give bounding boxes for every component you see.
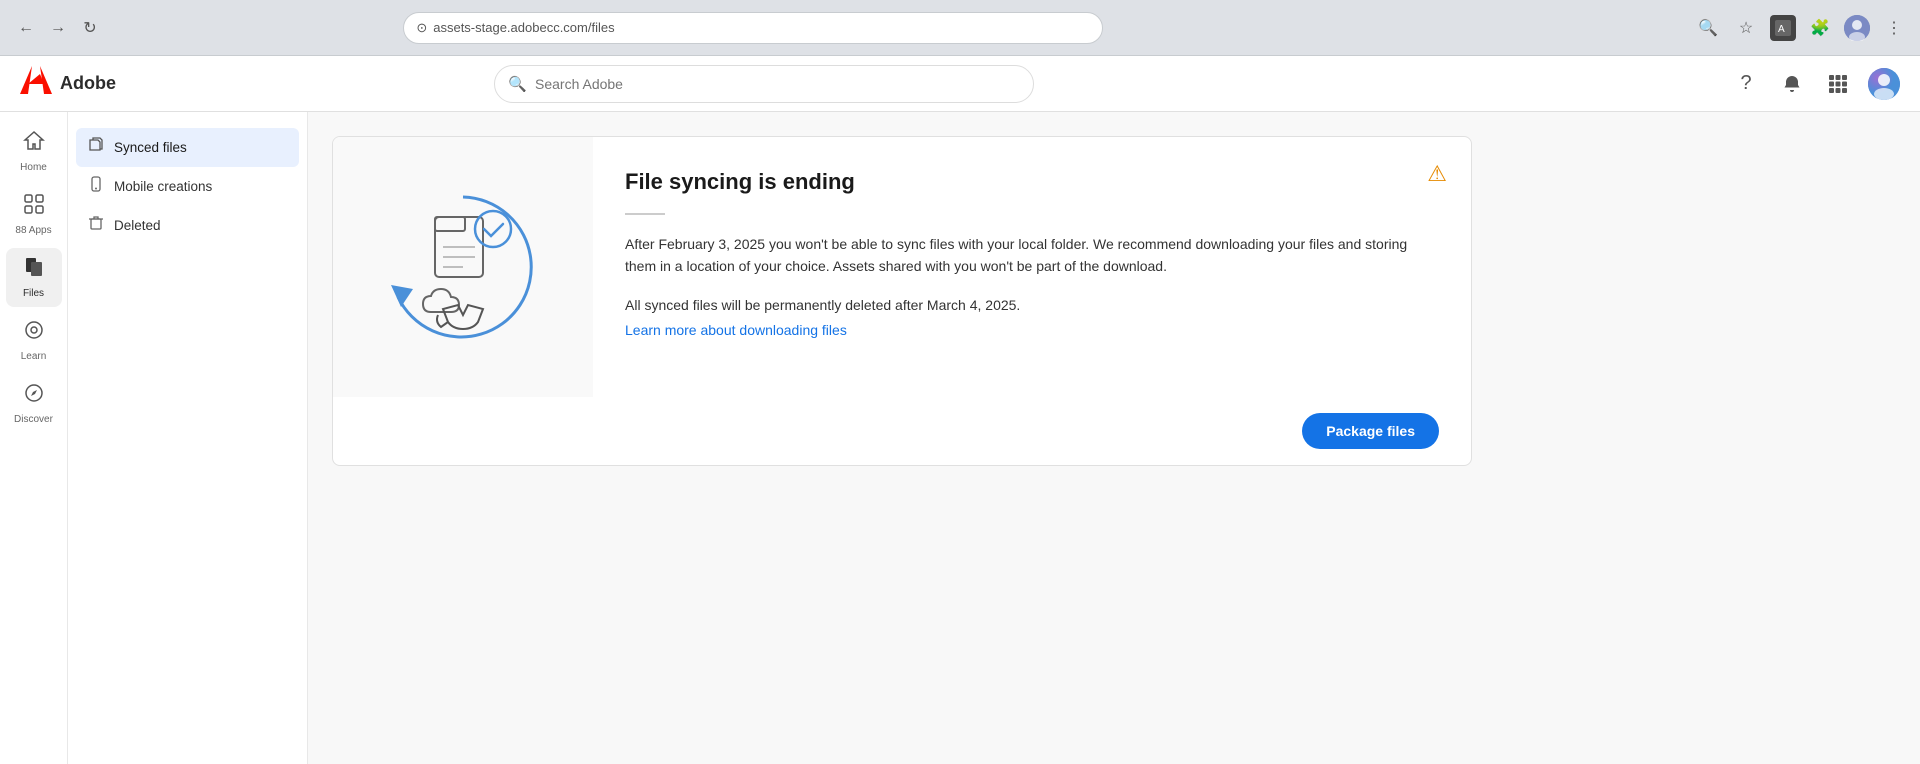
banner-title: File syncing is ending [625, 169, 1431, 195]
left-panel: Synced files Mobile creations Deleted [68, 112, 308, 764]
banner-illustration [333, 137, 593, 397]
discover-icon [23, 382, 45, 410]
banner-inner: ⚠ File syncing is ending After February … [333, 137, 1471, 397]
address-bar[interactable]: ⊙ assets-stage.adobecc.com/files [403, 12, 1103, 44]
apps-nav-icon [23, 193, 45, 221]
sidebar-label-learn: Learn [21, 351, 47, 362]
panel-item-mobile[interactable]: Mobile creations [76, 167, 299, 206]
sidebar-label-files: Files [23, 288, 44, 299]
panel-label-synced: Synced files [114, 140, 187, 155]
browser-bookmark-button[interactable]: ☆ [1732, 14, 1760, 42]
apps-button[interactable] [1822, 68, 1854, 100]
search-bar: 🔍 [494, 65, 1034, 103]
home-icon [23, 130, 45, 158]
browser-extensions-button[interactable]: 🧩 [1806, 14, 1834, 42]
browser-extension-icon: A [1770, 15, 1796, 41]
warning-icon: ⚠ [1427, 161, 1447, 187]
back-button[interactable]: ← [12, 14, 40, 42]
browser-nav-buttons: ← → ↻ [12, 14, 104, 42]
banner-wrapper: ⚠ File syncing is ending After February … [332, 136, 1472, 466]
sidebar-item-home[interactable]: Home [6, 122, 62, 181]
help-button[interactable]: ? [1730, 68, 1762, 100]
search-input[interactable] [494, 65, 1034, 103]
synced-files-icon [88, 137, 104, 158]
sidebar-item-discover[interactable]: Discover [6, 374, 62, 433]
browser-menu-button[interactable]: ⋮ [1880, 14, 1908, 42]
sidebar-label-apps: 88 Apps [15, 225, 51, 236]
browser-right-icons: 🔍 ☆ A 🧩 ⋮ [1694, 14, 1908, 42]
adobe-logo-text: Adobe [60, 73, 116, 94]
files-nav-icon [23, 256, 45, 284]
user-avatar[interactable] [1868, 68, 1900, 100]
learn-icon [23, 319, 45, 347]
sidebar-label-home: Home [20, 162, 47, 173]
search-icon: 🔍 [508, 75, 527, 93]
panel-label-deleted: Deleted [114, 218, 161, 233]
browser-user-avatar[interactable] [1844, 15, 1870, 41]
sidebar-item-learn[interactable]: Learn [6, 311, 62, 370]
adobe-logo-icon [20, 66, 52, 101]
banner-text: ⚠ File syncing is ending After February … [593, 137, 1471, 397]
sidebar-item-apps[interactable]: 88 Apps [6, 185, 62, 244]
panel-label-mobile: Mobile creations [114, 179, 212, 194]
banner-note-text: All synced files will be permanently del… [625, 294, 1431, 316]
main-body: Home 88 Apps Files [0, 112, 1920, 764]
banner-divider [625, 213, 665, 215]
adobe-logo: Adobe [20, 66, 116, 101]
sidebar-icons: Home 88 Apps Files [0, 112, 68, 764]
address-icon: ⊙ [416, 20, 427, 36]
panel-item-synced[interactable]: Synced files [76, 128, 299, 167]
banner-body-text: After February 3, 2025 you won't be able… [625, 233, 1431, 278]
browser-search-button[interactable]: 🔍 [1694, 14, 1722, 42]
notifications-button[interactable] [1776, 68, 1808, 100]
sidebar-item-files[interactable]: Files [6, 248, 62, 307]
app-header: Adobe 🔍 ? [0, 56, 1920, 112]
forward-button[interactable]: → [44, 14, 72, 42]
banner-bottom: Package files [333, 397, 1471, 465]
reload-button[interactable]: ↻ [76, 14, 104, 42]
browser-chrome: ← → ↻ ⊙ assets-stage.adobecc.com/files 🔍… [0, 0, 1920, 56]
panel-item-deleted[interactable]: Deleted [76, 206, 299, 245]
learn-more-link[interactable]: Learn more about downloading files [625, 322, 847, 338]
package-files-button[interactable]: Package files [1302, 413, 1439, 449]
mobile-creations-icon [88, 176, 104, 197]
svg-text:A: A [1778, 24, 1785, 35]
sidebar-label-discover: Discover [14, 414, 53, 425]
app-container: Adobe 🔍 ? [0, 56, 1920, 764]
address-url: assets-stage.adobecc.com/files [433, 20, 614, 35]
header-right: ? [1730, 68, 1900, 100]
deleted-icon [88, 215, 104, 236]
main-content: ⚠ File syncing is ending After February … [308, 112, 1920, 764]
